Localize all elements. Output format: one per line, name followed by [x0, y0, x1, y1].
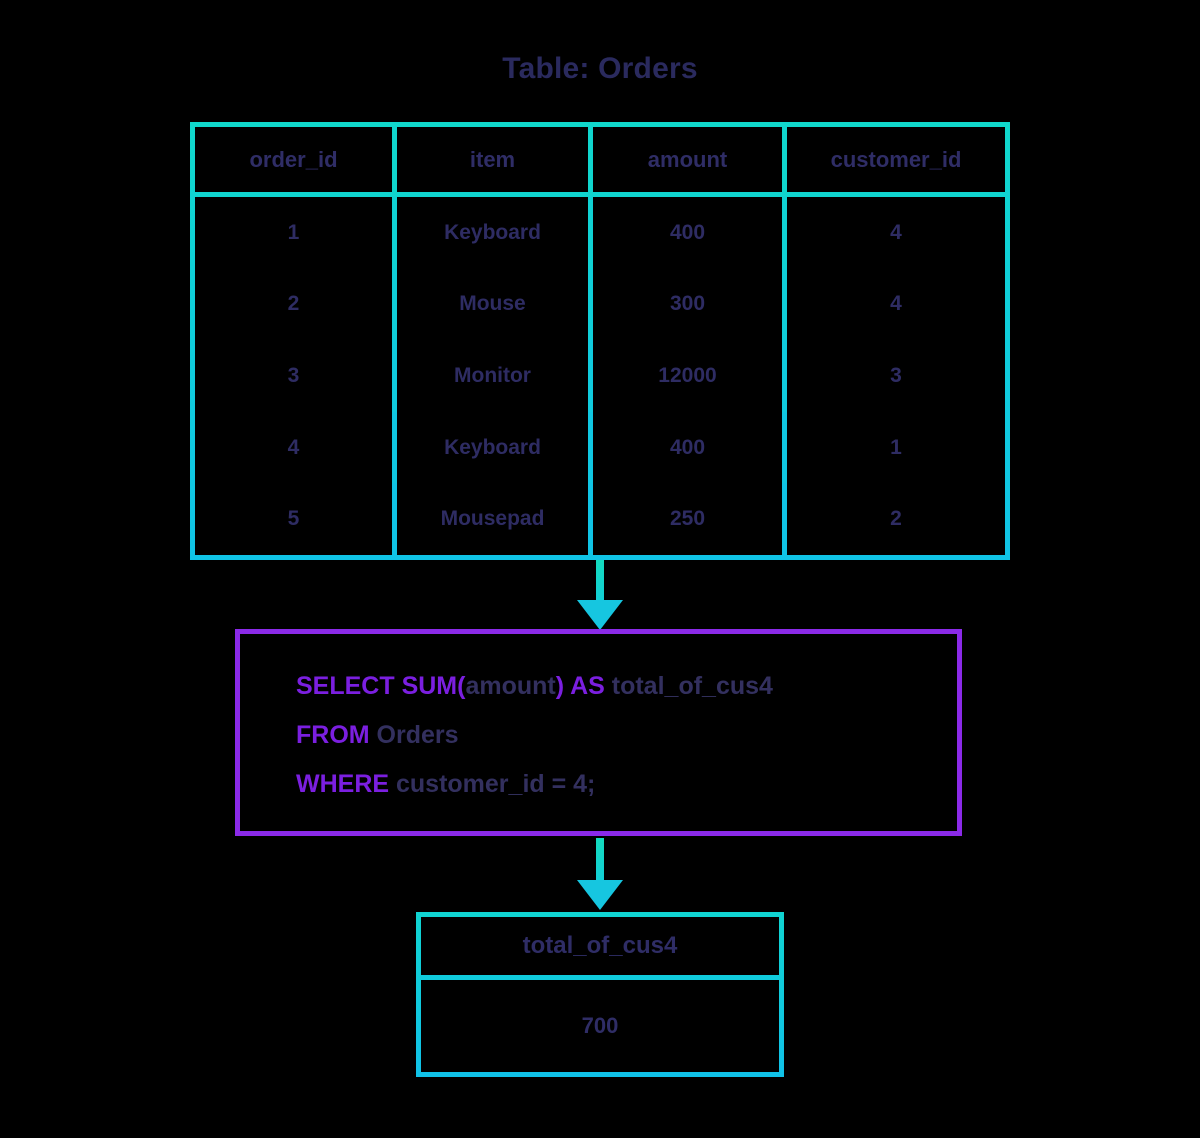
table-to-query-arrow	[577, 560, 623, 630]
sql-line-3: WHERE customer_id = 4;	[296, 760, 957, 809]
arrow-head-icon	[577, 600, 623, 630]
table-cell: 1	[890, 435, 902, 459]
sql-line-2: FROM Orders	[296, 711, 957, 760]
sql-arg-amount: amount	[465, 672, 556, 700]
table-cell: 3	[195, 340, 397, 412]
table-cell: 12000	[593, 340, 787, 412]
table-cell: 3	[890, 363, 902, 387]
table-cell: 2	[195, 268, 397, 341]
sql-keyword-where: WHERE	[296, 770, 396, 798]
table-cell: 5	[195, 483, 397, 555]
table-cell: 400	[593, 411, 787, 484]
result-value-cell: 700	[581, 1013, 619, 1038]
table-cell: Mousepad	[397, 483, 593, 555]
column-header-customer-id: customer_id	[787, 127, 1005, 197]
sql-condition: customer_id = 4;	[396, 770, 596, 798]
result-table: total_of_cus4 700	[416, 912, 784, 1077]
table-cell: 4	[890, 292, 902, 316]
sql-keyword-from: FROM	[296, 721, 377, 749]
column-header-item: item	[397, 127, 593, 197]
sql-keyword-select: SELECT SUM(	[296, 672, 466, 700]
sql-table-orders: Orders	[376, 721, 459, 749]
orders-table: order_id item amount customer_id 1 Keybo…	[190, 122, 1010, 560]
table-cell: 4	[890, 220, 902, 244]
arrow-head-icon	[577, 880, 623, 910]
sql-query-box: SELECT SUM(amount) AS total_of_cus4 FROM…	[235, 629, 962, 836]
arrow-shaft	[596, 560, 604, 602]
arrow-shaft	[596, 838, 604, 882]
table-cell: 300	[593, 268, 787, 341]
query-to-result-arrow	[577, 838, 623, 910]
table-cell: Monitor	[397, 340, 593, 412]
table-cell: 250	[593, 483, 787, 555]
table-cell: Keyboard	[397, 197, 593, 269]
column-header-order-id: order_id	[195, 127, 397, 197]
result-table-grid: total_of_cus4 700	[421, 917, 779, 1072]
table-cell: 4	[195, 411, 397, 484]
table-cell: 1	[195, 197, 397, 269]
result-column-header: total_of_cus4	[421, 917, 779, 980]
table-cell: 400	[593, 197, 787, 269]
table-cell: Mouse	[397, 268, 593, 341]
orders-table-grid: order_id item amount customer_id 1 Keybo…	[195, 127, 1005, 555]
column-header-amount: amount	[593, 127, 787, 197]
table-cell: 2	[890, 507, 902, 531]
table-cell: Keyboard	[397, 411, 593, 484]
sql-line-1: SELECT SUM(amount) AS total_of_cus4	[296, 662, 957, 711]
sql-keyword-as: ) AS	[555, 672, 612, 700]
page-title: Table: Orders	[502, 52, 698, 85]
sql-alias-total-of-cus4: total_of_cus4	[611, 672, 773, 700]
